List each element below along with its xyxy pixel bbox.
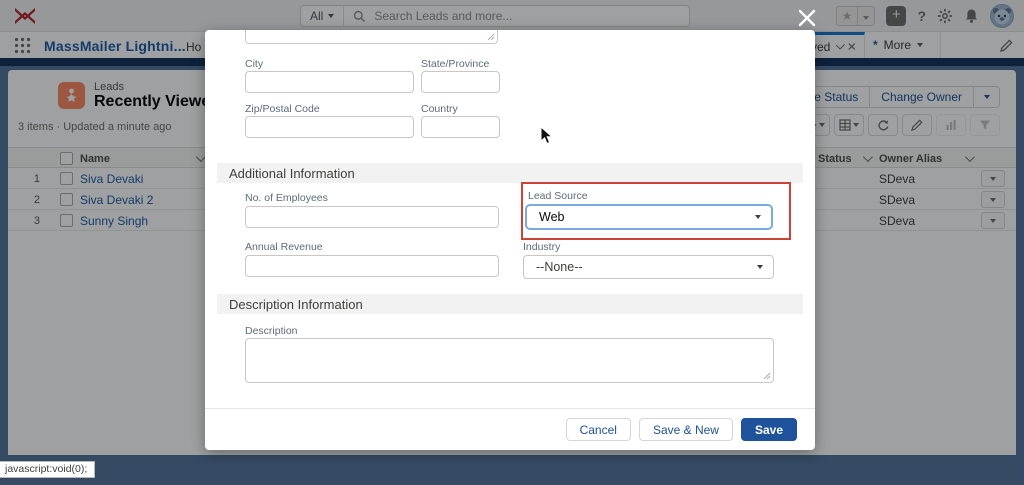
cancel-button[interactable]: Cancel [565, 418, 631, 441]
section-additional-information: Additional Information [217, 163, 803, 183]
resize-handle-icon[interactable] [763, 372, 771, 380]
industry-combobox[interactable]: --None-- [523, 255, 774, 279]
save-button[interactable]: Save [740, 418, 797, 441]
state-label: State/Province [421, 58, 490, 70]
zip-label: Zip/Postal Code [245, 103, 320, 115]
annual-revenue-input[interactable] [245, 255, 499, 277]
annual-revenue-label: Annual Revenue [245, 241, 323, 253]
country-label: Country [421, 103, 458, 115]
industry-value: --None-- [536, 260, 583, 274]
description-label: Description [245, 325, 298, 337]
new-lead-modal: City State/Province Zip/Postal Code Coun… [205, 30, 815, 450]
zip-input[interactable] [245, 116, 414, 138]
screen: All Search Leads and more... ★ + ? MassM… [0, 0, 1024, 485]
mouse-cursor [540, 126, 554, 145]
description-textarea[interactable] [245, 338, 774, 383]
street-textarea-partial[interactable] [245, 30, 498, 44]
city-input[interactable] [245, 71, 414, 93]
country-input[interactable] [421, 116, 500, 138]
state-input[interactable] [421, 71, 500, 93]
section-description-information: Description Information [217, 294, 803, 314]
employees-label: No. of Employees [245, 192, 328, 204]
annotation-highlight-box [521, 182, 791, 240]
city-label: City [245, 58, 264, 70]
modal-footer: Cancel Save & New Save [205, 408, 815, 450]
modal-close-icon[interactable] [795, 6, 819, 30]
save-and-new-button[interactable]: Save & New [638, 418, 733, 441]
employees-input[interactable] [245, 206, 499, 228]
chevron-down-icon [757, 265, 763, 269]
resize-handle-icon[interactable] [487, 33, 495, 41]
industry-label: Industry [523, 241, 561, 253]
browser-status-bar: javascript:void(0); [0, 461, 96, 478]
